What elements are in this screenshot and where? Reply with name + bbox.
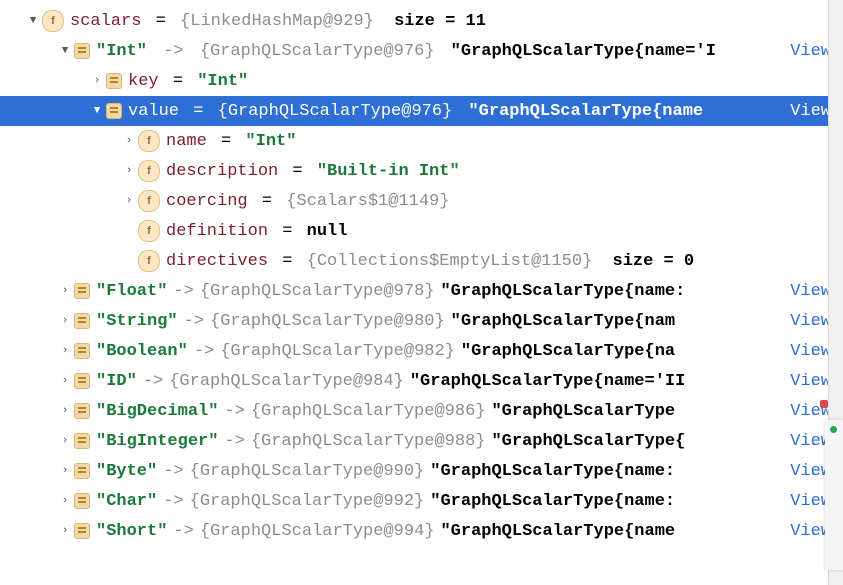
tree-row-entry[interactable]: ›"ID"->{GraphQLScalarType@984}"GraphQLSc… (0, 366, 843, 396)
map-entry-icon (74, 523, 90, 539)
entry-tostring: "GraphQLScalarType (491, 403, 675, 420)
entry-key: "Float" (96, 283, 167, 300)
entry-type: {GraphQLScalarType@990} (190, 463, 425, 480)
view-link[interactable]: View (784, 463, 831, 480)
expand-arrow-right-icon[interactable]: › (120, 166, 138, 177)
entry-key: "Boolean" (96, 343, 188, 360)
entry-tostring: "GraphQLScalarType{name: (430, 463, 675, 480)
tool-window-tab-mybatis[interactable]: MyBatis datasourc (825, 420, 843, 570)
var-name: scalars (70, 13, 141, 30)
expand-arrow-down-icon[interactable]: ▼ (56, 46, 74, 57)
map-entry-icon (74, 313, 90, 329)
expand-arrow-right-icon[interactable]: › (120, 136, 138, 147)
status-dot-icon (830, 426, 837, 433)
expand-arrow-down-icon[interactable]: ▼ (24, 16, 42, 27)
tree-row-int-coercing[interactable]: › coercing = {Scalars$1@1149} (0, 186, 843, 216)
expand-arrow-right-icon[interactable]: › (88, 76, 106, 87)
entry-key: "BigDecimal" (96, 403, 218, 420)
expand-arrow-right-icon[interactable]: › (56, 316, 74, 327)
entry-tostring: "GraphQLScalarType{ (491, 433, 685, 450)
tree-row-int-definition[interactable]: › definition = null (0, 216, 843, 246)
entry-key: "Byte" (96, 463, 157, 480)
map-entry-icon (74, 343, 90, 359)
entry-type: {GraphQLScalarType@988} (251, 433, 486, 450)
view-link[interactable]: View (784, 103, 831, 120)
tree-row-scalars[interactable]: ▼ scalars = {LinkedHashMap@929} size = 1… (0, 6, 843, 36)
entry-tostring: "GraphQLScalarType{name='II (410, 373, 685, 390)
error-stripe-marker[interactable] (820, 400, 828, 408)
expand-arrow-right-icon[interactable]: › (56, 376, 74, 387)
map-entry-icon (74, 43, 90, 59)
entry-type: {GraphQLScalarType@982} (220, 343, 455, 360)
view-link[interactable]: View (784, 343, 831, 360)
view-link[interactable]: View (784, 283, 831, 300)
map-entry-icon (74, 463, 90, 479)
map-entry-icon (74, 433, 90, 449)
entry-tostring: "GraphQLScalarType{name: (440, 283, 685, 300)
tree-row-int-description[interactable]: › description = "Built-in Int" (0, 156, 843, 186)
expand-arrow-right-icon[interactable]: › (56, 496, 74, 507)
tree-row-int-directives[interactable]: › directives = {Collections$EmptyList@11… (0, 246, 843, 276)
view-link[interactable]: View (784, 493, 831, 510)
tree-row-entry[interactable]: ›"BigInteger"->{GraphQLScalarType@988}"G… (0, 426, 843, 456)
entry-tostring: "GraphQLScalarType{name: (430, 493, 675, 510)
expand-arrow-right-icon[interactable]: › (56, 286, 74, 297)
view-link[interactable]: View (784, 313, 831, 330)
expand-arrow-right-icon[interactable]: › (56, 436, 74, 447)
view-link[interactable]: View (784, 373, 831, 390)
entry-type: {GraphQLScalarType@984} (169, 373, 404, 390)
field-icon (42, 10, 64, 32)
expand-arrow-right-icon[interactable]: › (56, 466, 74, 477)
tree-row-int-value[interactable]: ▼ value = {GraphQLScalarType@976} "Graph… (0, 96, 843, 126)
view-link[interactable]: View (784, 523, 831, 540)
view-link[interactable]: View (784, 43, 831, 60)
entry-tostring: "GraphQLScalarType{na (461, 343, 675, 360)
entry-tostring: "GraphQLScalarType{nam (451, 313, 675, 330)
tree-row-entry-int[interactable]: ▼ "Int" -> {GraphQLScalarType@976} "Grap… (0, 36, 843, 66)
entry-key: "BigInteger" (96, 433, 218, 450)
field-icon (138, 190, 160, 212)
entry-type: {GraphQLScalarType@986} (251, 403, 486, 420)
entry-type: {GraphQLScalarType@992} (190, 493, 425, 510)
entry-key: "ID" (96, 373, 137, 390)
expand-arrow-right-icon[interactable]: › (56, 406, 74, 417)
expand-arrow-down-icon[interactable]: ▼ (88, 106, 106, 117)
map-entry-icon (106, 73, 122, 89)
map-entry-icon (106, 103, 122, 119)
entry-key: "Char" (96, 493, 157, 510)
field-icon (138, 250, 160, 272)
map-entry-icon (74, 493, 90, 509)
tree-row-entry[interactable]: ›"Short"->{GraphQLScalarType@994}"GraphQ… (0, 516, 843, 546)
entry-type: {GraphQLScalarType@994} (200, 523, 435, 540)
tree-row-entry[interactable]: ›"String"->{GraphQLScalarType@980}"Graph… (0, 306, 843, 336)
map-entry-icon (74, 283, 90, 299)
entry-key: "Short" (96, 523, 167, 540)
tree-row-entry[interactable]: ›"Char"->{GraphQLScalarType@992}"GraphQL… (0, 486, 843, 516)
field-icon (138, 160, 160, 182)
map-entry-icon (74, 403, 90, 419)
entry-type: {GraphQLScalarType@980} (210, 313, 445, 330)
tree-row-entry[interactable]: ›"Float"->{GraphQLScalarType@978}"GraphQ… (0, 276, 843, 306)
expand-arrow-right-icon[interactable]: › (56, 346, 74, 357)
entry-type: {GraphQLScalarType@978} (200, 283, 435, 300)
view-link[interactable]: View (784, 433, 831, 450)
tree-row-entry[interactable]: ›"BigDecimal"->{GraphQLScalarType@986}"G… (0, 396, 843, 426)
entry-tostring: "GraphQLScalarType{name (440, 523, 675, 540)
tree-row-entry[interactable]: ›"Boolean"->{GraphQLScalarType@982}"Grap… (0, 336, 843, 366)
debugger-variable-tree: ▼ scalars = {LinkedHashMap@929} size = 1… (0, 0, 843, 546)
tree-row-entry[interactable]: ›"Byte"->{GraphQLScalarType@990}"GraphQL… (0, 456, 843, 486)
expand-arrow-right-icon[interactable]: › (120, 196, 138, 207)
entry-key: "String" (96, 313, 178, 330)
field-icon (138, 220, 160, 242)
field-icon (138, 130, 160, 152)
expand-arrow-right-icon[interactable]: › (56, 526, 74, 537)
map-entry-icon (74, 373, 90, 389)
tree-row-int-key[interactable]: › key = "Int" (0, 66, 843, 96)
tree-row-int-name[interactable]: › name = "Int" (0, 126, 843, 156)
